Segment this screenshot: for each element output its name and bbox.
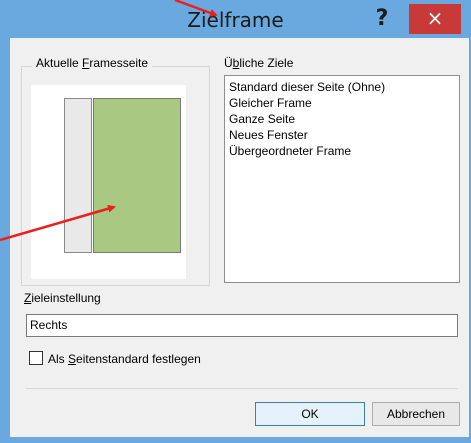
close-button[interactable]: × <box>409 4 461 34</box>
window-border <box>0 437 471 443</box>
zielframe-dialog: Zielframe ? × Aktuelle Framesseite Üblic… <box>0 0 471 443</box>
common-targets-label: Übliche Ziele <box>224 56 294 70</box>
list-item-whole-page[interactable]: Ganze Seite <box>229 111 455 127</box>
target-setting-label: Zieleinstellung <box>24 291 101 305</box>
list-item-new-window[interactable]: Neues Fenster <box>229 127 455 143</box>
list-item-same-frame[interactable]: Gleicher Frame <box>229 95 455 111</box>
right-frame-preview-selected[interactable] <box>93 98 181 253</box>
list-item-parent-frame[interactable]: Übergeordneter Frame <box>229 143 455 159</box>
separator <box>26 388 458 389</box>
cancel-button[interactable]: Abbrechen <box>372 402 460 426</box>
current-frames-page-label: Aktuelle Framesseite <box>32 56 153 70</box>
ok-button[interactable]: OK <box>255 402 365 426</box>
common-targets-list[interactable]: Standard dieser Seite (Ohne) Gleicher Fr… <box>224 75 460 283</box>
list-item-standard[interactable]: Standard dieser Seite (Ohne) <box>229 79 455 95</box>
window-border <box>0 38 10 443</box>
left-frame-preview[interactable] <box>64 98 92 253</box>
set-as-default-label[interactable]: Als Seitenstandard festlegen <box>48 352 201 366</box>
help-button[interactable]: ? <box>356 7 408 33</box>
set-as-default-checkbox[interactable] <box>29 351 43 365</box>
target-setting-input[interactable]: Rechts <box>26 314 458 337</box>
